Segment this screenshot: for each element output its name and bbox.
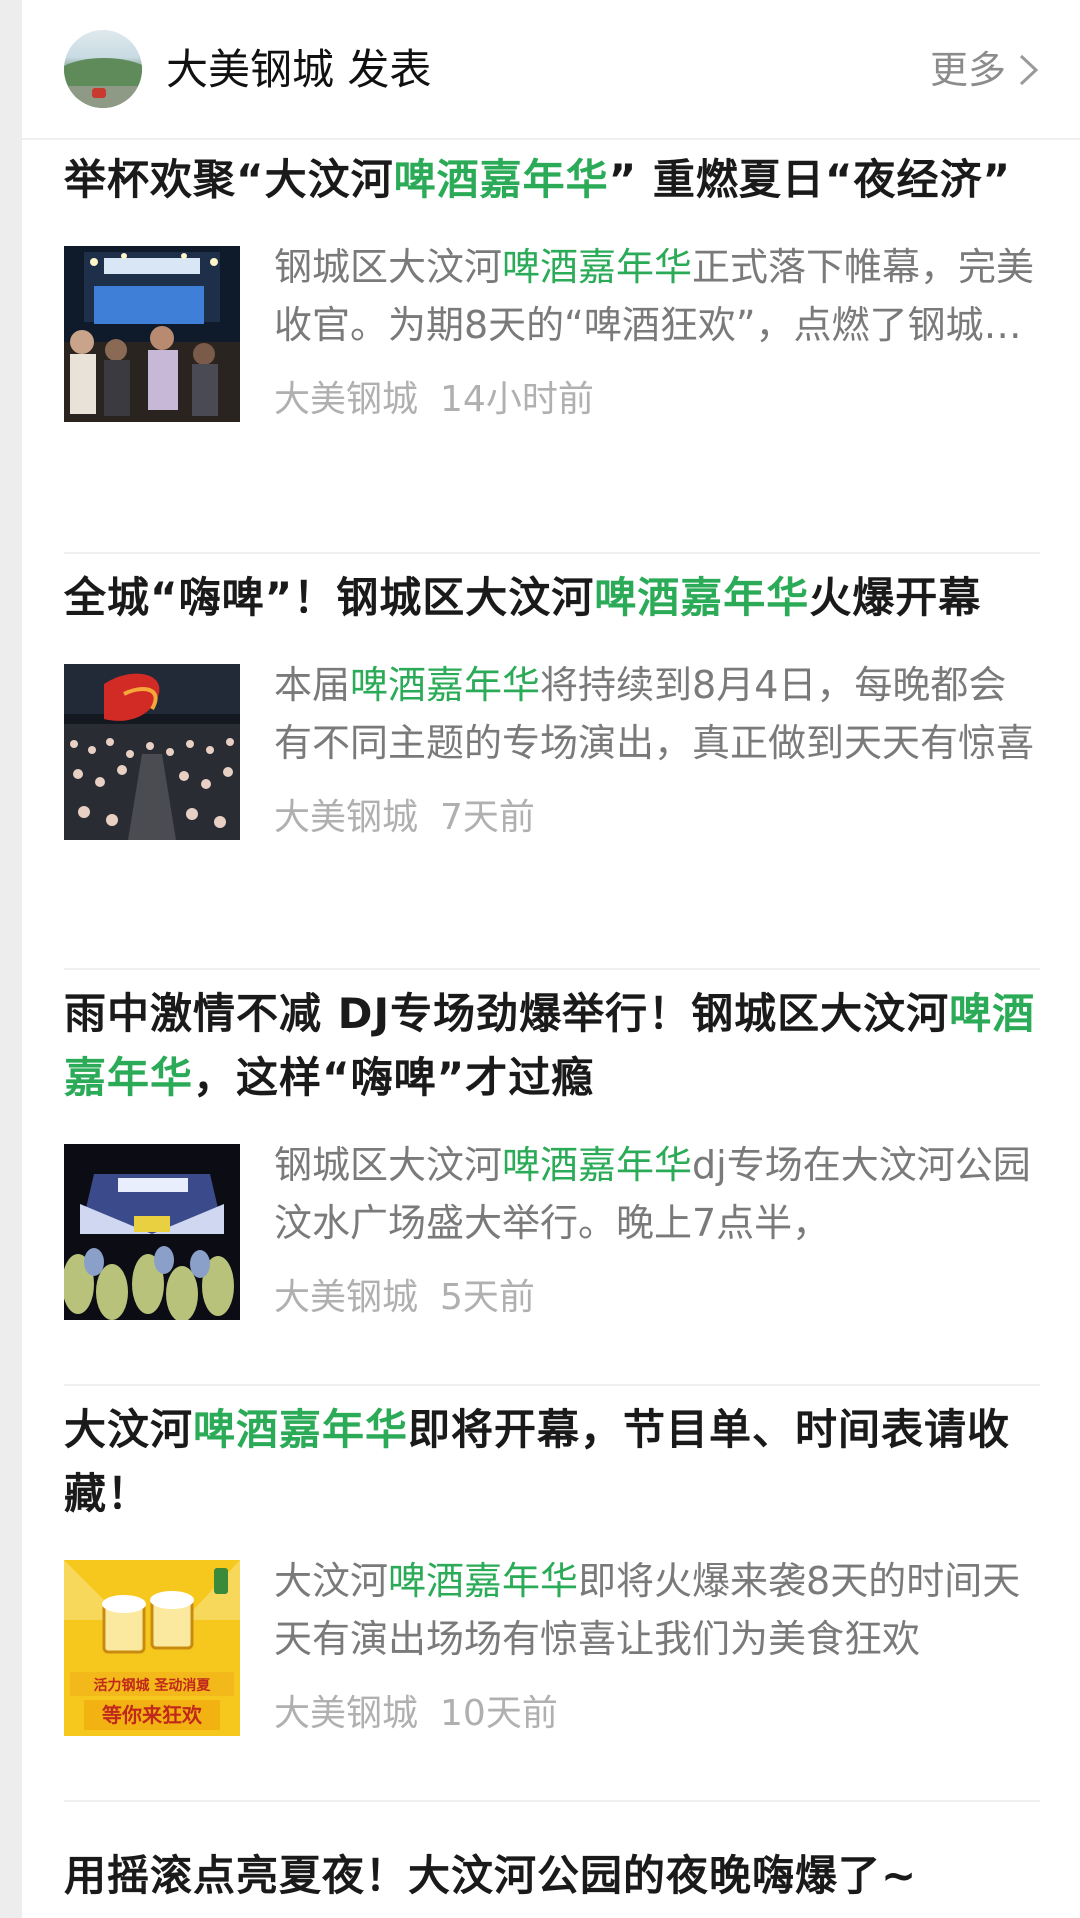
article-digest: 钢城区大汶河啤酒嘉年华dj专场在大汶河公园汶水广场盛大举行。晚上7点半，: [274, 1143, 1031, 1245]
chevron-right-icon: [1019, 54, 1039, 86]
article-thumbnail[interactable]: [64, 1144, 240, 1320]
article-meta: 大美钢城 10天前: [274, 1692, 558, 1736]
article-title[interactable]: 举杯欢聚“大汶河啤酒嘉年华” 重燃夏日“夜经济”: [64, 148, 1040, 212]
more-label: 更多: [929, 48, 1006, 92]
article-digest: 大汶河啤酒嘉年华即将火爆来袭8天的时间天天有演出场场有惊喜让我们为美食狂欢: [274, 1559, 1021, 1661]
account-avatar[interactable]: [64, 30, 142, 108]
article-title[interactable]: 大汶河啤酒嘉年华即将开幕，节目单、时间表请收藏！: [64, 1398, 1040, 1526]
article-meta: 大美钢城 7天前: [274, 796, 535, 840]
article-item[interactable]: 大汶河啤酒嘉年华即将开幕，节目单、时间表请收藏！ 活力钢城 圣动消夏 等你来狂欢: [64, 1394, 1040, 1802]
more-button[interactable]: 更多: [930, 46, 1040, 94]
article-time: 5天前: [440, 1277, 535, 1318]
article-time: 14小时前: [440, 379, 594, 420]
article-meta: 大美钢城 14小时前: [274, 378, 594, 422]
article-time: 10天前: [440, 1693, 558, 1734]
article-source: 大美钢城: [274, 379, 419, 420]
highlight-keyword: 啤酒嘉年华: [393, 155, 609, 204]
article-source: 大美钢城: [274, 1277, 419, 1318]
account-header[interactable]: 大美钢城 发表 更多: [22, 0, 1080, 140]
article-item[interactable]: 雨中激情不减 DJ专场劲爆举行！钢城区大汶河啤酒嘉年华，这样“嗨啤”才过瘾 钢城…: [64, 978, 1040, 1386]
article-item[interactable]: 举杯欢聚“大汶河啤酒嘉年华” 重燃夏日“夜经济” 钢城区大汶河啤酒嘉年华正式落下…: [64, 148, 1040, 554]
article-digest: 本届啤酒嘉年华将持续到8月4日，每晚都会有不同主题的专场演出，真正做到天天有惊喜: [274, 663, 1035, 765]
article-item[interactable]: 用摇滚点亮夏夜！大汶河公园的夜晚嗨爆了~: [64, 1810, 1040, 1918]
articles-card: 大美钢城 发表 更多 举杯欢聚“大汶河啤酒嘉年华” 重燃夏日“夜经济” 钢城区大…: [22, 0, 1080, 1918]
article-item[interactable]: 全城“嗨啤”！钢城区大汶河啤酒嘉年华火爆开幕 本届啤酒嘉年华将持续到8月4日，每…: [64, 562, 1040, 970]
article-title[interactable]: 全城“嗨啤”！钢城区大汶河啤酒嘉年华火爆开幕: [64, 566, 1040, 630]
article-source: 大美钢城: [274, 1693, 419, 1734]
article-meta: 大美钢城 5天前: [274, 1276, 535, 1320]
thumb-slogan-bottom: 等你来狂欢: [102, 1703, 203, 1727]
article-thumbnail[interactable]: [64, 664, 240, 840]
article-title[interactable]: 雨中激情不减 DJ专场劲爆举行！钢城区大汶河啤酒嘉年华，这样“嗨啤”才过瘾: [64, 982, 1040, 1110]
article-thumbnail[interactable]: 活力钢城 圣动消夏 等你来狂欢: [64, 1560, 240, 1736]
article-digest: 钢城区大汶河啤酒嘉年华正式落下帷幕，完美收官。为期8天的“啤酒狂欢”，点燃了钢城…: [274, 245, 1035, 347]
article-source: 大美钢城: [274, 797, 419, 838]
highlight-keyword: 啤酒嘉年华: [594, 573, 810, 622]
highlight-keyword: 啤酒嘉年华: [193, 1405, 409, 1454]
article-time: 7天前: [440, 797, 535, 838]
article-thumbnail[interactable]: [64, 246, 240, 422]
account-name[interactable]: 大美钢城 发表: [166, 46, 431, 94]
article-title[interactable]: 用摇滚点亮夏夜！大汶河公园的夜晚嗨爆了~: [64, 1844, 1040, 1908]
thumb-slogan-top: 活力钢城 圣动消夏: [94, 1677, 212, 1694]
